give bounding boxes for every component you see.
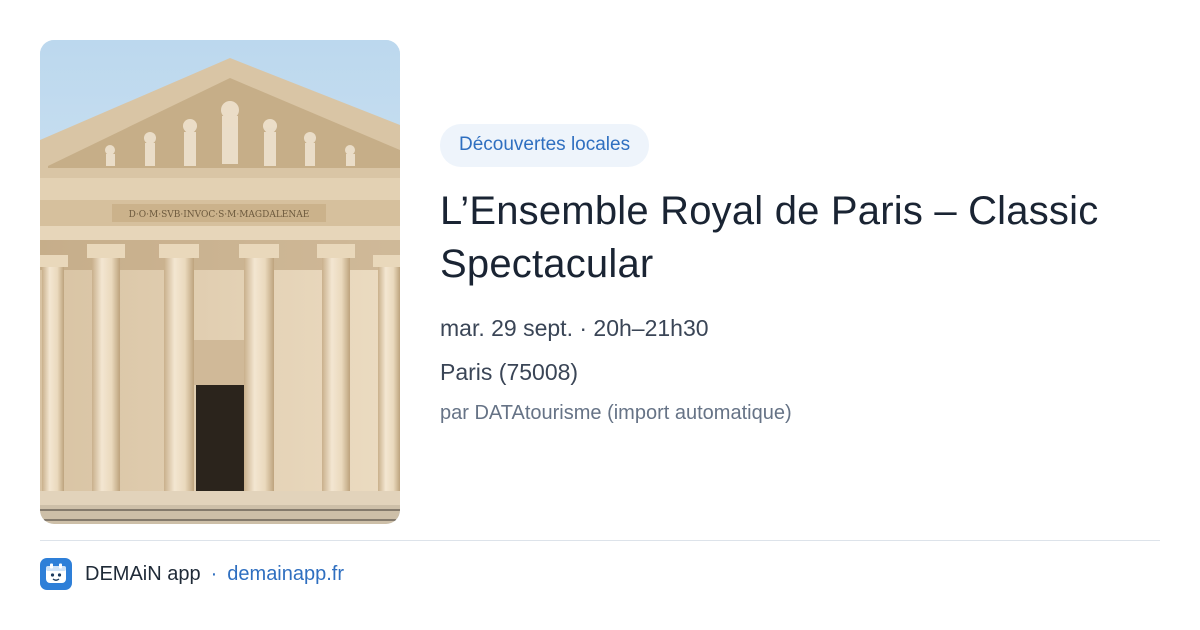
category-badge[interactable]: Découvertes locales [440,124,650,167]
app-domain-link[interactable]: demainapp.fr [227,563,344,586]
footer-separator: · [210,562,218,585]
pediment-inscription: D·O·M·SVB·INVOC·S·M·MAGDALENAE [129,210,310,220]
event-image[interactable]: D·O·M·SVB·INVOC·S·M·MAGDALENAE [40,40,400,524]
madeleine-facade-illustration: D·O·M·SVB·INVOC·S·M·MAGDALENAE [40,40,400,524]
calendar-mascot-icon [40,558,72,590]
event-source: par DATAtourisme (import automatique) [440,402,792,424]
app-name: DEMAiN app [85,562,201,585]
event-details: Découvertes locales L’Ensemble Royal de … [440,124,1160,425]
event-datetime: mar. 29 sept. · 20h–21h30 [440,315,709,341]
event-title[interactable]: L’Ensemble Royal de Paris – Classic Spec… [440,185,1160,291]
event-location: Paris (75008) [440,359,579,385]
app-footer: DEMAiN app · demainapp.fr [40,557,344,591]
footer-divider [40,540,1160,541]
